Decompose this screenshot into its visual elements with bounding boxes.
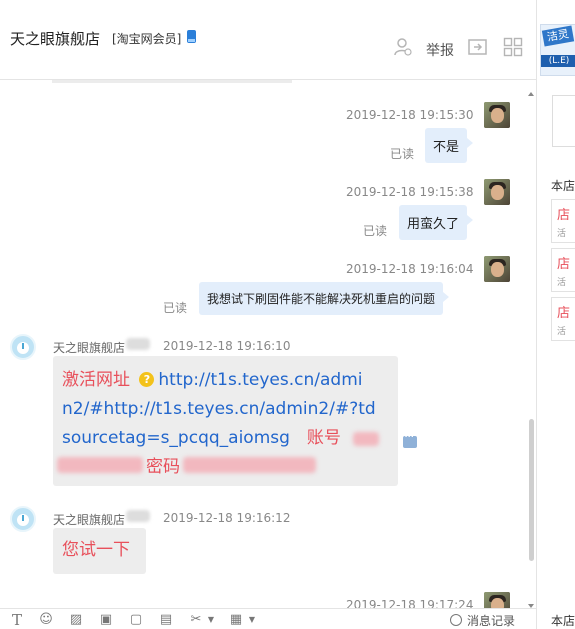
product-band: (L.E) [541,55,575,67]
folder-icon[interactable]: ▣ [98,612,114,628]
activation-link[interactable]: http://t1s.teyes.cn/admi [158,370,362,390]
chat-scrollbar[interactable] [527,92,536,608]
calendar-icon[interactable]: ▦ [228,612,244,628]
previous-message-edge [52,80,292,83]
message-time: 2019-12-18 19:17:24 [346,598,474,608]
input-toolbar: T ☺ ▨ ▣ ▢ ▤ ✂ ▼ ▦ ▼ 消息记录 [0,608,536,629]
redacted-block [126,510,150,522]
add-contact-icon[interactable] [393,37,413,57]
redacted-block [126,338,150,350]
message-time: 2019-12-18 19:15:38 [346,185,474,199]
card-sub: 活 [557,327,567,337]
mobile-icon [187,30,196,43]
activation-label: 激活网址 [62,370,130,390]
font-icon[interactable]: T [9,612,25,628]
member-badge: [淘宝网会员] [112,32,182,46]
more-options-icon[interactable] [403,430,417,448]
right-panel: 洁灵 (L.E) 本店 店 活 店 活 店 活 本店 [536,0,575,629]
image-icon[interactable]: ▨ [68,612,84,628]
grid-icon[interactable] [503,37,523,57]
card-title: 店 [557,208,571,223]
message-line: 激活网址 ? http://t1s.teyes.cn/admi [62,366,362,395]
info-box [552,95,575,147]
history-button[interactable]: 消息记录 [467,612,515,629]
message-time: 2019-12-18 19:15:30 [346,108,474,122]
chat-area[interactable]: 2019-12-18 19:15:30 已读 不是 2019-12-18 19:… [0,80,536,608]
chevron-down-icon[interactable]: ▼ [203,612,219,628]
help-icon: ? [139,372,155,387]
message-line: 密码 [146,453,180,482]
sender-name: 天之眼旗舰店 [53,513,126,527]
shop-avatar[interactable] [10,334,36,360]
chevron-down-icon[interactable]: ▼ [244,612,260,628]
promo-card[interactable]: 店 活 [551,297,575,341]
activation-link-cont[interactable]: sourcetag=s_pcqq_aiomsg [62,428,290,448]
scissors-icon[interactable]: ✂ [188,612,204,628]
redacted-account [353,432,379,446]
clock-icon [450,614,462,626]
avatar[interactable] [484,592,510,608]
read-status: 已读 [363,224,388,238]
read-status: 已读 [163,301,188,315]
avatar[interactable] [484,102,510,128]
message-line: n2/#http://t1s.teyes.cn/admin2/#?td [62,395,376,424]
message-text: 您试一下 [62,540,130,560]
product-label: 洁灵 [541,25,575,47]
quick-reply-icon[interactable]: ▤ [158,612,174,628]
screenshot-icon[interactable]: ▢ [128,612,144,628]
card-title: 店 [557,306,571,321]
outgoing-message[interactable]: 我想试下刷固件能不能解决死机重启的问题 [199,282,450,315]
password-label: 密码 [146,457,180,477]
message-time: 2019-12-18 19:16:04 [346,262,474,276]
redacted-password [183,457,316,473]
product-thumbnail[interactable]: 洁灵 (L.E) [540,24,575,76]
card-title: 店 [557,257,571,272]
chat-header: 天之眼旗舰店 [淘宝网会员] 举报 [0,0,536,80]
account-label: 账号 [306,428,341,448]
shop-title[interactable]: 天之眼旗舰店 [10,28,100,49]
section-title-bottom: 本店 [551,614,575,628]
card-sub: 活 [557,278,567,288]
forward-icon[interactable] [468,37,488,57]
section-title: 本店 [551,179,575,193]
card-sub: 活 [557,229,567,239]
message-time: 2019-12-18 19:16:12 [163,511,291,525]
outgoing-message[interactable]: 用蛮久了 [399,205,474,240]
promo-card[interactable]: 店 活 [551,199,575,243]
scroll-up-arrow[interactable] [528,92,534,96]
shop-avatar[interactable] [10,506,36,532]
redacted-account [57,457,143,473]
avatar[interactable] [484,179,510,205]
report-button[interactable]: 举报 [426,40,454,60]
promo-card[interactable]: 店 活 [551,248,575,292]
avatar[interactable] [484,256,510,282]
sender-name: 天之眼旗舰店 [53,341,126,355]
scroll-thumb[interactable] [529,419,534,561]
read-status: 已读 [390,147,415,161]
outgoing-message[interactable]: 不是 [425,128,474,163]
message-time: 2019-12-18 19:16:10 [163,339,291,353]
emoji-icon[interactable]: ☺ [38,612,54,628]
message-line: sourcetag=s_pcqq_aiomsg 账号 [62,424,341,453]
activation-link-cont[interactable]: n2/#http://t1s.teyes.cn/admin2/#?td [62,399,376,419]
